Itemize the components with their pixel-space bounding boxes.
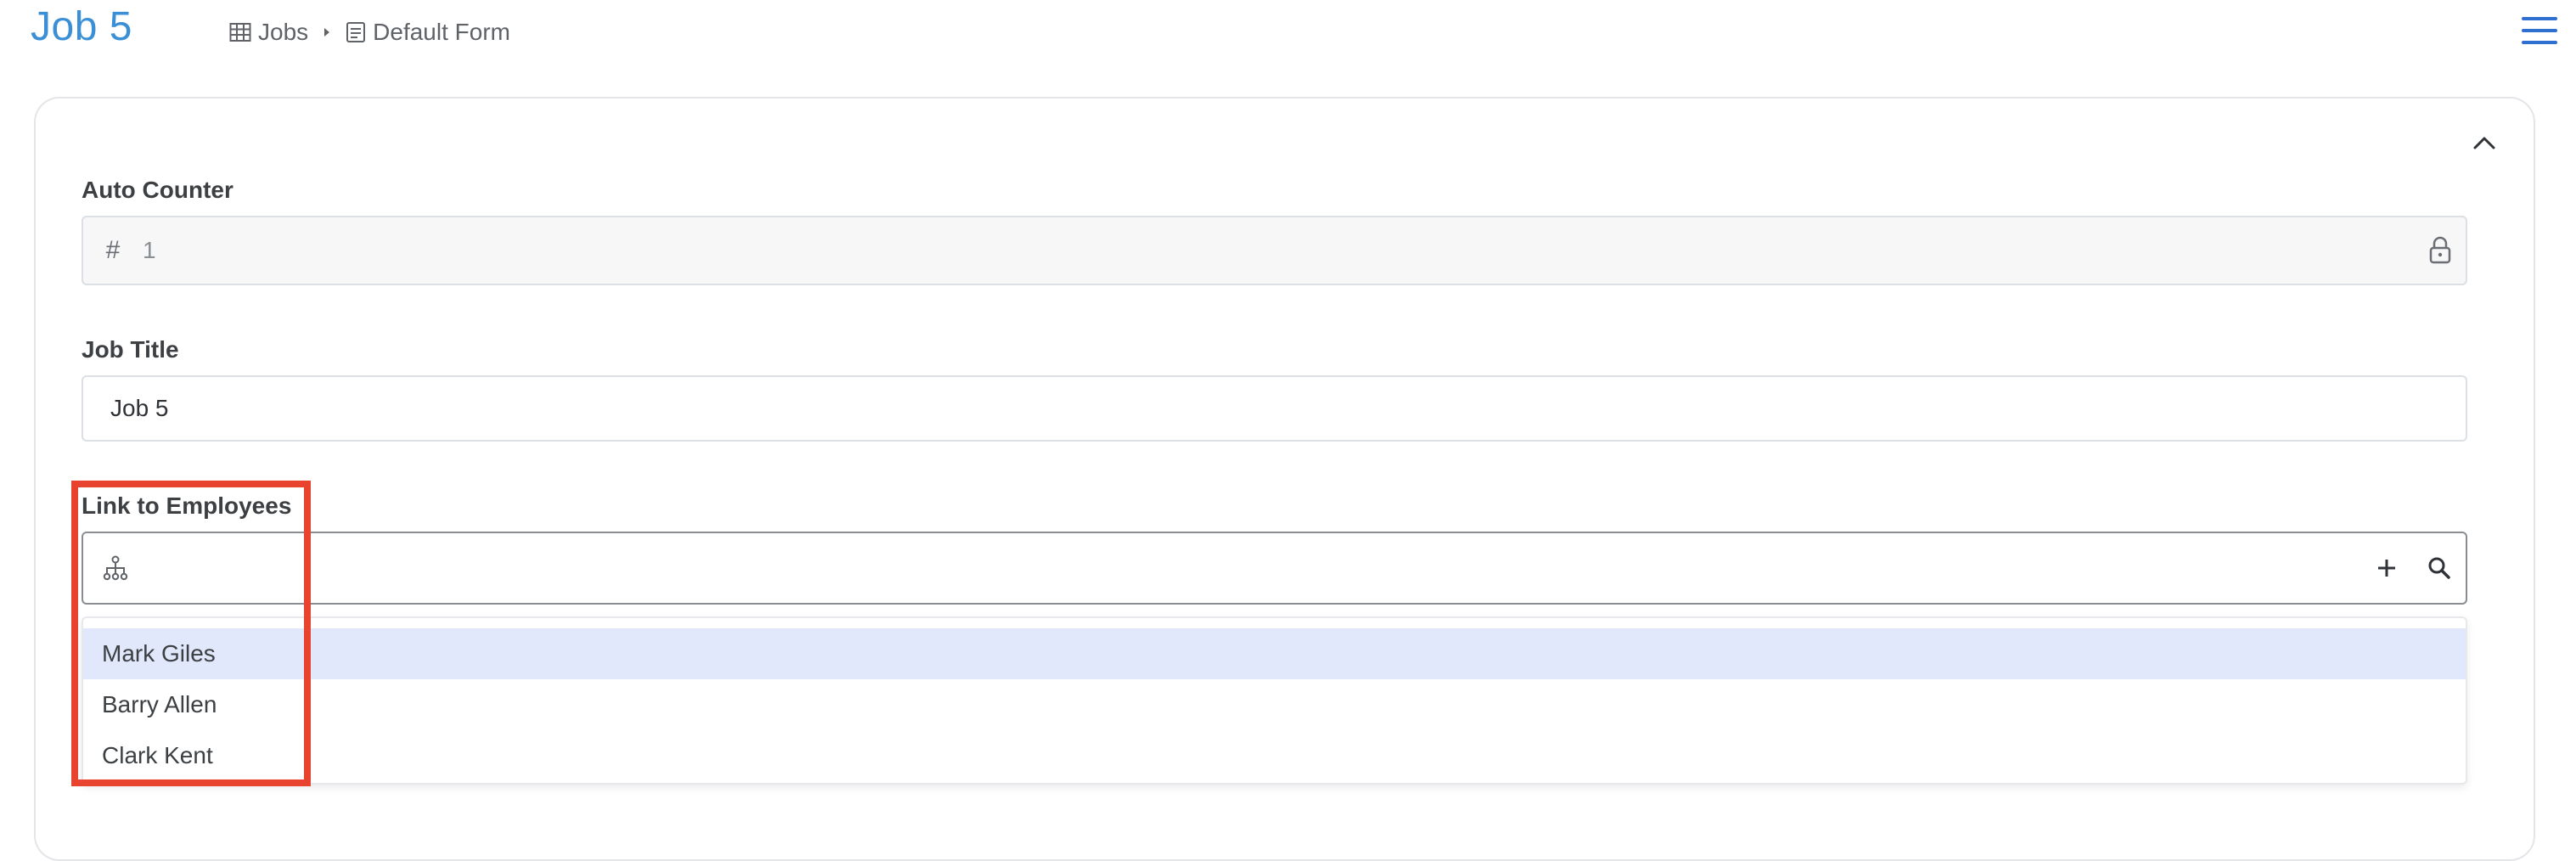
hash-icon: # (105, 236, 121, 264)
form-card: Auto Counter # 1 Job Title Job 5 Link to… (34, 97, 2535, 861)
link-to-employees-input[interactable] (148, 533, 2360, 603)
link-to-employees-label: Link to Employees (82, 492, 292, 519)
caret-right-icon (317, 26, 337, 38)
job-title-value: Job 5 (110, 395, 169, 421)
auto-counter-value: 1 (143, 237, 156, 263)
link-to-employees-field[interactable] (82, 532, 2467, 605)
table-icon (229, 22, 251, 42)
breadcrumb-item-default-form[interactable]: Default Form (346, 19, 510, 46)
page-title: Job 5 (31, 4, 132, 49)
breadcrumb-item-jobs[interactable]: Jobs (229, 19, 308, 46)
employee-options-dropdown: Mark Giles Barry Allen Clark Kent (82, 616, 2467, 785)
plus-icon[interactable] (2360, 542, 2413, 594)
hierarchy-icon (83, 555, 148, 581)
menu-icon[interactable] (2520, 14, 2559, 48)
breadcrumb-label: Jobs (258, 19, 309, 45)
option-barry-allen[interactable]: Barry Allen (83, 679, 2466, 730)
auto-counter-field: # 1 (82, 216, 2467, 285)
option-mark-giles[interactable]: Mark Giles (83, 628, 2466, 679)
auto-counter-label: Auto Counter (82, 177, 233, 203)
option-clark-kent[interactable]: Clark Kent (83, 730, 2466, 781)
breadcrumb: Jobs Default Form (229, 17, 510, 48)
breadcrumb-label: Default Form (373, 19, 510, 45)
job-title-label: Job Title (82, 336, 179, 363)
job-title-field[interactable]: Job 5 (82, 375, 2467, 442)
chevron-up-icon[interactable] (2469, 127, 2500, 158)
search-icon[interactable] (2413, 542, 2466, 594)
header: Job 5 Jobs Default Form (0, 0, 2576, 68)
lock-icon (2415, 236, 2466, 265)
form-icon (346, 21, 366, 43)
